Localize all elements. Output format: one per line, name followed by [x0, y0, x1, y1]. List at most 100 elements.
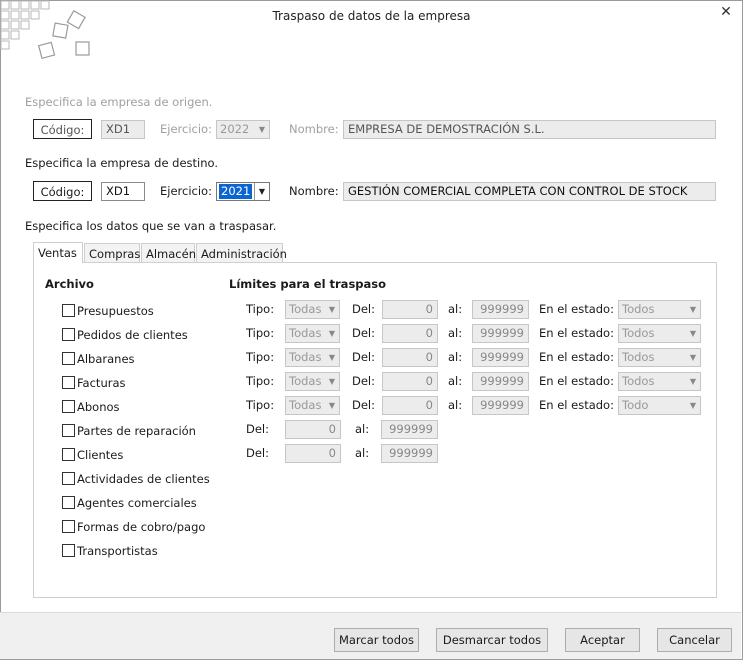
- origin-code-button[interactable]: Código:: [33, 119, 92, 139]
- checkbox-transportistas[interactable]: [62, 544, 75, 557]
- tipo-label: Tipo:: [246, 398, 275, 412]
- al-field[interactable]: 999999: [472, 324, 529, 343]
- checkbox-label: Albaranes: [77, 352, 135, 366]
- tab-administracion[interactable]: Administración: [196, 243, 287, 263]
- unmark-all-button[interactable]: Desmarcar todos: [436, 628, 548, 652]
- checkbox-formas-cobro-pago[interactable]: [62, 520, 75, 533]
- checkbox-label: Partes de reparación: [77, 424, 196, 438]
- estado-value: Todo: [622, 398, 649, 412]
- al-label: al:: [448, 398, 463, 412]
- origin-heading: Especifica la empresa de origen.: [25, 95, 213, 109]
- tipo-select[interactable]: Todas ▼: [285, 300, 340, 319]
- del-field[interactable]: 0: [382, 300, 438, 319]
- tipo-value: Todas: [289, 374, 322, 388]
- checkbox-abonos[interactable]: [62, 400, 75, 413]
- tipo-label: Tipo:: [246, 374, 275, 388]
- tipo-select[interactable]: Todas ▼: [285, 372, 340, 391]
- checkbox-label: Facturas: [77, 376, 126, 390]
- tipo-value: Todas: [289, 398, 322, 412]
- al-label: al:: [448, 302, 463, 316]
- al-field[interactable]: 999999: [472, 372, 529, 391]
- del-label: Del:: [352, 374, 375, 388]
- tipo-select[interactable]: Todas ▼: [285, 348, 340, 367]
- estado-value: Todos: [622, 374, 655, 388]
- estado-value: Todos: [622, 302, 655, 316]
- del-label: Del:: [246, 446, 269, 460]
- destination-heading: Especifica la empresa de destino.: [25, 156, 219, 170]
- checkbox-actividades-clientes[interactable]: [62, 472, 75, 485]
- origin-name-field[interactable]: EMPRESA DE DEMOSTRACIÓN S.L.: [343, 120, 716, 139]
- del-field[interactable]: 0: [285, 444, 341, 463]
- del-field[interactable]: 0: [382, 372, 438, 391]
- estado-select[interactable]: Todo ▼: [618, 396, 701, 415]
- dialog-title: Traspaso de datos de la empresa: [272, 9, 471, 23]
- del-label: Del:: [352, 302, 375, 316]
- tipo-label: Tipo:: [246, 326, 275, 340]
- del-label: Del:: [246, 422, 269, 436]
- destination-year-label: Ejercicio:: [160, 184, 212, 198]
- checkbox-facturas[interactable]: [62, 376, 75, 389]
- del-label: Del:: [352, 398, 375, 412]
- tipo-select[interactable]: Todas ▼: [285, 396, 340, 415]
- al-label: al:: [448, 350, 463, 364]
- al-field[interactable]: 999999: [472, 348, 529, 367]
- al-label: al:: [448, 326, 463, 340]
- chevron-down-icon: ▼: [258, 125, 266, 134]
- estado-select[interactable]: Todos ▼: [618, 300, 701, 319]
- tipo-select[interactable]: Todas ▼: [285, 324, 340, 343]
- tab-almacen[interactable]: Almacén: [141, 243, 196, 263]
- mark-all-button[interactable]: Marcar todos: [334, 628, 419, 652]
- checkbox-label: Pedidos de clientes: [77, 328, 188, 342]
- estado-select[interactable]: Todos ▼: [618, 348, 701, 367]
- checkbox-label: Formas de cobro/pago: [77, 520, 206, 534]
- del-field[interactable]: 0: [285, 420, 341, 439]
- estado-label: En el estado:: [539, 326, 614, 340]
- al-field[interactable]: 999999: [472, 300, 529, 319]
- accept-button[interactable]: Aceptar: [565, 628, 640, 652]
- origin-code-field[interactable]: XD1: [101, 120, 145, 139]
- estado-select[interactable]: Todos ▼: [618, 372, 701, 391]
- al-label: al:: [448, 374, 463, 388]
- close-icon[interactable]: ✕: [718, 4, 734, 20]
- estado-select[interactable]: Todos ▼: [618, 324, 701, 343]
- checkbox-agentes-comerciales[interactable]: [62, 496, 75, 509]
- chevron-down-icon: ▼: [689, 377, 697, 386]
- del-field[interactable]: 0: [382, 324, 438, 343]
- archivo-header: Archivo: [45, 277, 94, 291]
- del-field[interactable]: 0: [382, 348, 438, 367]
- checkbox-label: Abonos: [77, 400, 120, 414]
- al-field[interactable]: 999999: [381, 420, 438, 439]
- origin-year-value: 2022: [220, 122, 250, 136]
- destination-code-button[interactable]: Código:: [33, 181, 92, 201]
- al-field[interactable]: 999999: [381, 444, 438, 463]
- al-label: al:: [355, 422, 370, 436]
- data-heading: Especifica los datos que se van a traspa…: [25, 219, 277, 233]
- del-field[interactable]: 0: [382, 396, 438, 415]
- chevron-down-icon: ▼: [689, 353, 697, 362]
- checkbox-partes-reparacion[interactable]: [62, 424, 75, 437]
- tab-ventas[interactable]: Ventas: [33, 242, 83, 263]
- checkbox-pedidos-clientes[interactable]: [62, 328, 75, 341]
- checkbox-albaranes[interactable]: [62, 352, 75, 365]
- tipo-value: Todas: [289, 326, 322, 340]
- al-field[interactable]: 999999: [472, 396, 529, 415]
- chevron-down-icon: ▼: [689, 329, 697, 338]
- destination-code-field[interactable]: XD1: [101, 182, 145, 201]
- chevron-down-icon: ▼: [328, 305, 336, 314]
- checkbox-label: Actividades de clientes: [77, 472, 210, 486]
- origin-name-label: Nombre:: [289, 122, 339, 136]
- destination-year-select[interactable]: 2021 ▼: [216, 182, 270, 201]
- estado-value: Todos: [622, 326, 655, 340]
- checkbox-label: Clientes: [77, 448, 124, 462]
- estado-label: En el estado:: [539, 302, 614, 316]
- origin-year-select[interactable]: 2022 ▼: [216, 120, 270, 139]
- destination-name-label: Nombre:: [289, 184, 339, 198]
- destination-name-field[interactable]: GESTIÓN COMERCIAL COMPLETA CON CONTROL D…: [343, 182, 716, 201]
- checkbox-label: Transportistas: [77, 544, 158, 558]
- checkbox-label: Presupuestos: [77, 304, 154, 318]
- checkbox-presupuestos[interactable]: [62, 304, 75, 317]
- cancel-button[interactable]: Cancelar: [657, 628, 732, 652]
- tab-compras[interactable]: Compras: [84, 243, 140, 263]
- del-label: Del:: [352, 326, 375, 340]
- checkbox-clientes[interactable]: [62, 448, 75, 461]
